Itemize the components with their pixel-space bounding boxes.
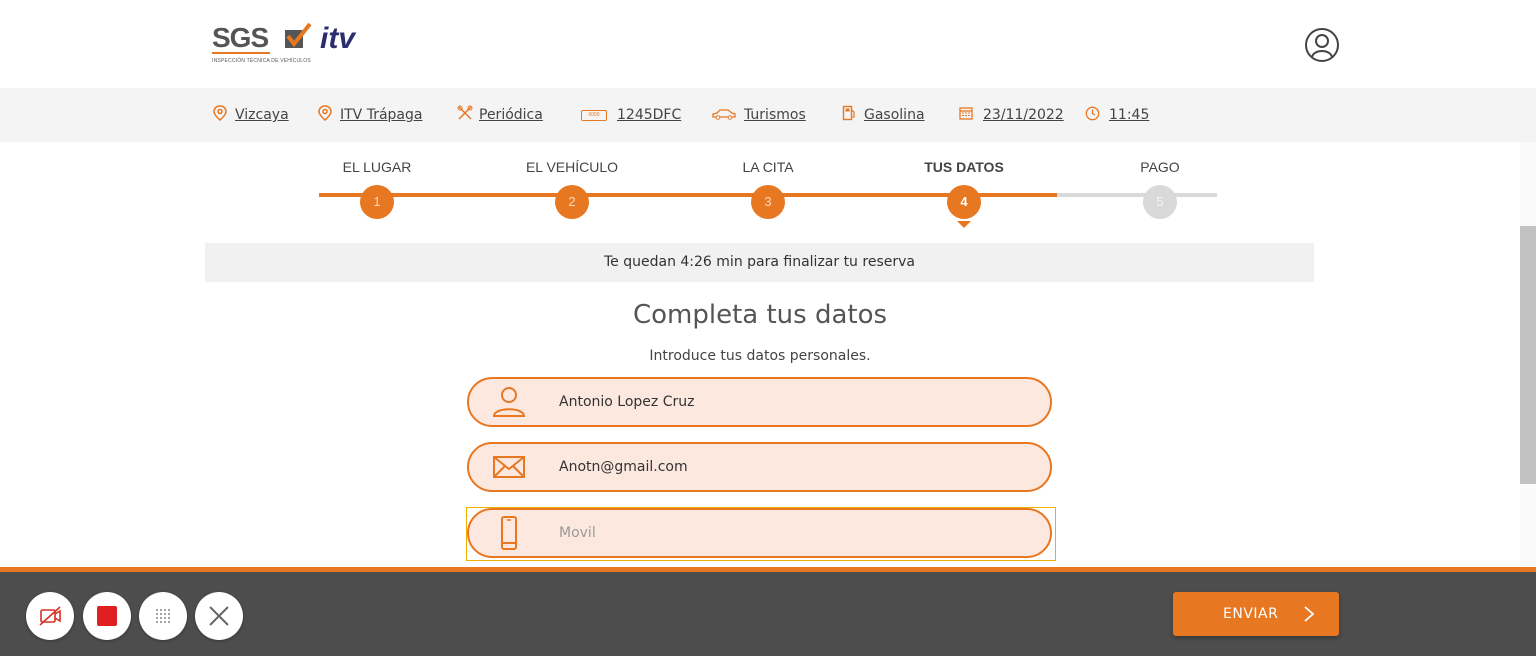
name-input[interactable] (559, 391, 1029, 413)
header: SGS INSPECCIÓN TÉCNICA DE VEHÍCULOS itv (0, 0, 1536, 88)
step-number: 3 (751, 185, 785, 219)
close-button[interactable] (195, 592, 243, 640)
logo-check-icon (285, 22, 312, 48)
camera-off-button[interactable] (26, 592, 74, 640)
user-account-icon[interactable] (1305, 28, 1339, 62)
logo-tagline: INSPECCIÓN TÉCNICA DE VEHÍCULOS (212, 58, 311, 64)
close-icon (209, 606, 229, 626)
summary-time[interactable]: 11:45 (1085, 105, 1149, 125)
keypad-button[interactable] (139, 592, 187, 640)
step-tus-datos: TUS DATOS 4 (894, 158, 1034, 228)
summary-fuel[interactable]: Gasolina (842, 105, 925, 125)
step-number: 2 (555, 185, 589, 219)
summary-station[interactable]: ITV Trápaga (318, 105, 422, 125)
step-el-vehiculo[interactable]: EL VEHÍCULO 2 (502, 158, 642, 219)
step-la-cita[interactable]: LA CITA 3 (698, 158, 838, 219)
step-number: 5 (1143, 185, 1177, 219)
email-field[interactable] (467, 442, 1052, 492)
fuel-pump-icon (842, 105, 864, 125)
location-pin-icon (213, 105, 235, 125)
step-label: PAGO (1140, 159, 1180, 175)
summary-province-link[interactable]: Vizcaya (235, 107, 289, 123)
phone-input[interactable] (559, 522, 1029, 544)
car-icon (712, 107, 744, 124)
summary-vehicle-type-link[interactable]: Turismos (744, 107, 806, 123)
calendar-icon (959, 106, 983, 124)
step-label: TUS DATOS (924, 159, 1004, 175)
scrollbar-thumb[interactable] (1520, 226, 1536, 484)
location-pin-icon (318, 105, 340, 125)
bottom-action-bar: ENVIAR (0, 567, 1536, 656)
summary-inspection-type[interactable]: Periódica (457, 105, 543, 125)
keypad-icon (155, 608, 171, 624)
camera-off-icon (39, 606, 61, 626)
summary-vehicle-type[interactable]: Turismos (712, 105, 806, 125)
phone-field[interactable] (467, 508, 1052, 558)
summary-date-link[interactable]: 23/11/2022 (983, 107, 1064, 123)
summary-inspection-type-link[interactable]: Periódica (479, 107, 543, 123)
current-step-pointer (957, 221, 971, 228)
form-title: Completa tus datos (632, 300, 888, 330)
summary-plate[interactable]: 0000 1245DFC (581, 105, 681, 125)
stop-recording-button[interactable] (83, 592, 131, 640)
summary-date[interactable]: 23/11/2022 (959, 105, 1064, 125)
license-plate-icon: 0000 (581, 109, 607, 121)
email-input[interactable] (559, 456, 1029, 478)
logo-itv-text: itv (320, 22, 356, 55)
chevron-right-icon (1304, 606, 1315, 622)
clock-icon (1085, 106, 1109, 125)
step-label: LA CITA (742, 159, 794, 175)
user-icon (492, 387, 526, 417)
page-scrollbar[interactable] (1520, 142, 1536, 568)
summary-fuel-link[interactable]: Gasolina (864, 107, 925, 123)
summary-province[interactable]: Vizcaya (213, 105, 289, 125)
progress-stepper: EL LUGAR 1 EL VEHÍCULO 2 LA CITA 3 TUS D… (0, 142, 1536, 242)
step-label: EL LUGAR (342, 159, 412, 175)
step-label: EL VEHÍCULO (525, 159, 619, 175)
logo-sgs-text: SGS (212, 22, 271, 54)
step-number: 1 (360, 185, 394, 219)
summary-time-link[interactable]: 11:45 (1109, 107, 1149, 123)
reservation-timer: Te quedan 4:26 min para finalizar tu res… (205, 243, 1314, 282)
stop-record-icon (97, 606, 117, 626)
mobile-phone-icon (501, 516, 517, 550)
form-subtitle: Introduce tus datos personales. (649, 348, 871, 364)
tools-icon (457, 105, 479, 125)
name-field[interactable] (467, 377, 1052, 427)
summary-plate-link[interactable]: 1245DFC (617, 107, 681, 123)
summary-station-link[interactable]: ITV Trápaga (340, 107, 422, 123)
envelope-icon (493, 456, 525, 478)
step-pago: PAGO 5 (1090, 158, 1230, 219)
step-el-lugar[interactable]: EL LUGAR 1 (307, 158, 447, 219)
submit-button[interactable]: ENVIAR (1173, 592, 1339, 636)
step-number: 4 (947, 185, 981, 219)
booking-summary-bar: Vizcaya ITV Trápaga Periódica 0000 1245D… (0, 88, 1536, 142)
sgs-itv-logo[interactable]: SGS INSPECCIÓN TÉCNICA DE VEHÍCULOS itv (198, 20, 368, 70)
submit-label: ENVIAR (1223, 606, 1279, 622)
